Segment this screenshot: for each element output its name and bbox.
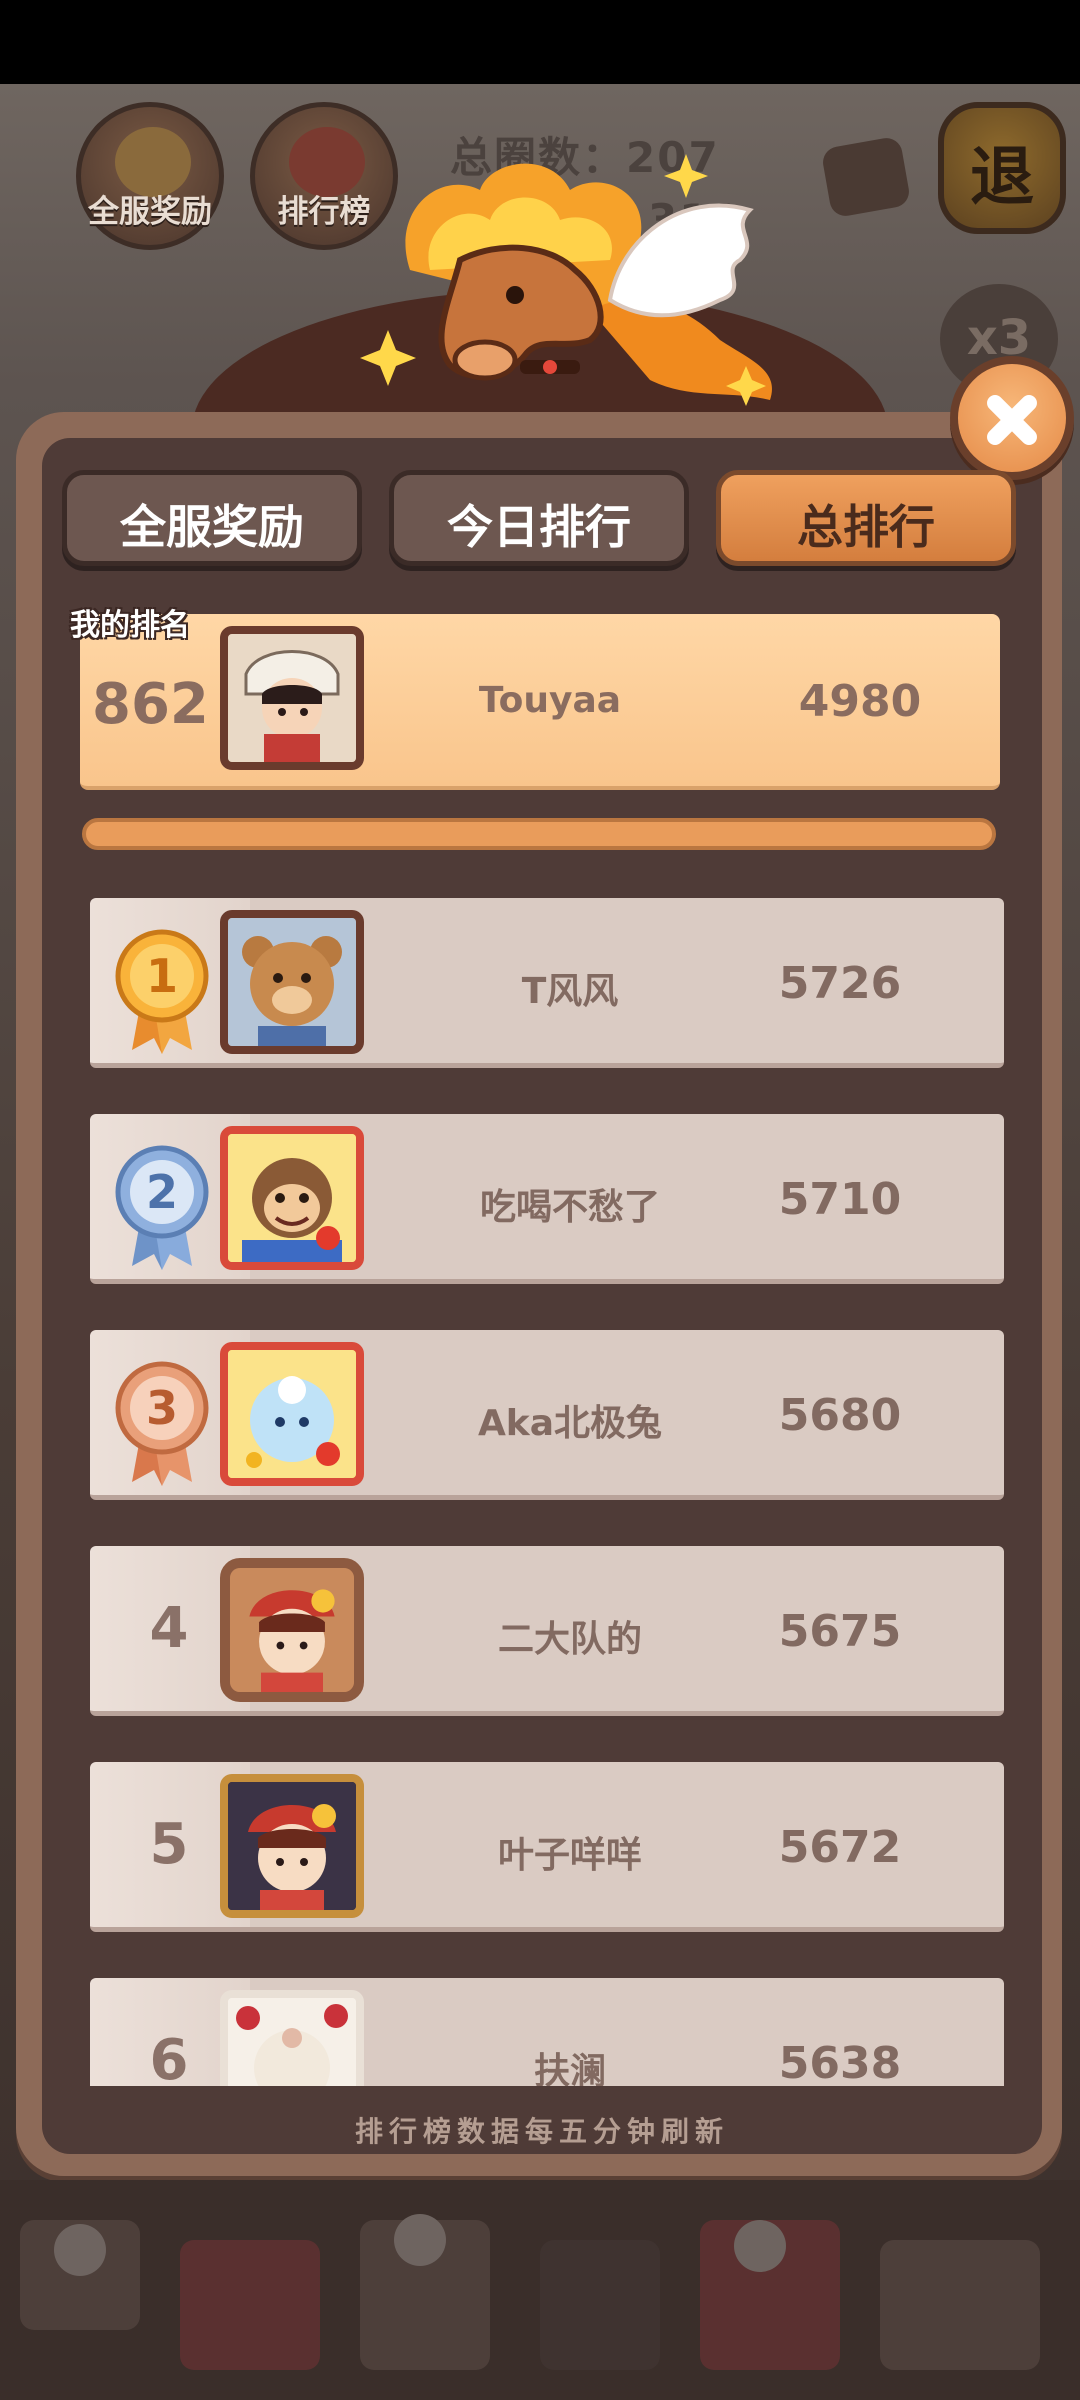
list-item[interactable]: 5 叶子咩咩 5672 [90,1762,1004,1932]
bronze-medal-icon: 3 [115,1361,209,1486]
medal-number: 1 [146,949,178,1003]
avatar-boy-red-hat-icon [228,1782,356,1910]
global-rewards-hud-button[interactable]: 全服奖励 [76,102,224,250]
player-score: 5675 [778,1606,902,1657]
tab-today-ranking[interactable]: 今日排行 [389,470,689,566]
rank-number: 5 [149,1812,189,1877]
list-item[interactable]: 6 扶澜 5638 [90,1978,1004,2086]
my-rank-label: 我的排名 [70,608,190,643]
my-score: 4980 [798,676,922,727]
my-rank-number: 862 [92,672,209,737]
pegasus-mascot-icon [360,154,772,406]
player-avatar[interactable] [220,1990,364,2086]
tab-label: 全服奖励 [120,500,304,554]
rank-number: 6 [149,2028,189,2086]
player-name: T风风 [521,971,619,1012]
avatar-flowers-icon [228,1998,356,2086]
status-bar [0,0,1080,84]
leaderboard-list[interactable]: 1 T风风 5726 2 吃喝不愁了 5710 3 Aka北极兔 5680 4 … [42,880,1042,2086]
player-name: 叶子咩咩 [497,1835,642,1876]
list-item[interactable]: 4 二大队的 5675 [90,1546,1004,1716]
list-item[interactable]: 3 Aka北极兔 5680 [90,1330,1004,1500]
silver-medal-icon: 2 [115,1145,209,1270]
tab-total-ranking[interactable]: 总排行 [716,470,1016,566]
player-score: 5672 [778,1822,902,1873]
scroll-icon[interactable] [820,135,912,219]
player-name: Aka北极兔 [477,1403,663,1444]
avatar-rabbit-icon [228,1350,356,1478]
avatar-boy-white-cap-icon [228,634,356,762]
tab-label: 总排行 [797,500,935,554]
player-avatar[interactable] [220,1126,364,1270]
exit-button[interactable]: 退 [938,102,1066,234]
tab-label: 今日排行 [447,500,631,554]
global-rewards-hud-label: 全服奖励 [88,194,212,230]
my-player-name: Touyaa [478,680,622,721]
avatar-boy-red-hat-icon [230,1568,354,1692]
player-name: 扶澜 [533,2051,606,2086]
list-item[interactable]: 2 吃喝不愁了 5710 [90,1114,1004,1284]
medal-number: 3 [146,1381,178,1435]
list-item[interactable]: 1 T风风 5726 [90,898,1004,1068]
exit-label: 退 [970,141,1034,215]
player-avatar[interactable] [220,910,364,1054]
player-name: 吃喝不愁了 [479,1187,660,1228]
avatar-bear-icon [228,918,356,1046]
my-avatar[interactable] [220,626,364,770]
kitchen-scene-background [0,2180,1080,2400]
player-score: 5726 [778,958,902,1009]
player-avatar[interactable] [220,1558,364,1702]
gold-medal-icon: 1 [115,929,209,1054]
divider-bar [82,818,996,850]
player-avatar[interactable] [220,1342,364,1486]
player-avatar[interactable] [220,1774,364,1918]
rank-number: 4 [149,1596,189,1661]
tab-global-rewards[interactable]: 全服奖励 [62,470,362,566]
player-score: 5638 [778,2038,902,2086]
player-name: 二大队的 [497,1619,642,1660]
avatar-monkey-icon [228,1134,356,1262]
close-button[interactable] [950,356,1074,480]
player-score: 5710 [778,1174,902,1225]
player-score: 5680 [778,1390,902,1441]
medal-number: 2 [146,1165,178,1219]
refresh-note: 排行榜数据每五分钟刷新 [354,2115,729,2148]
